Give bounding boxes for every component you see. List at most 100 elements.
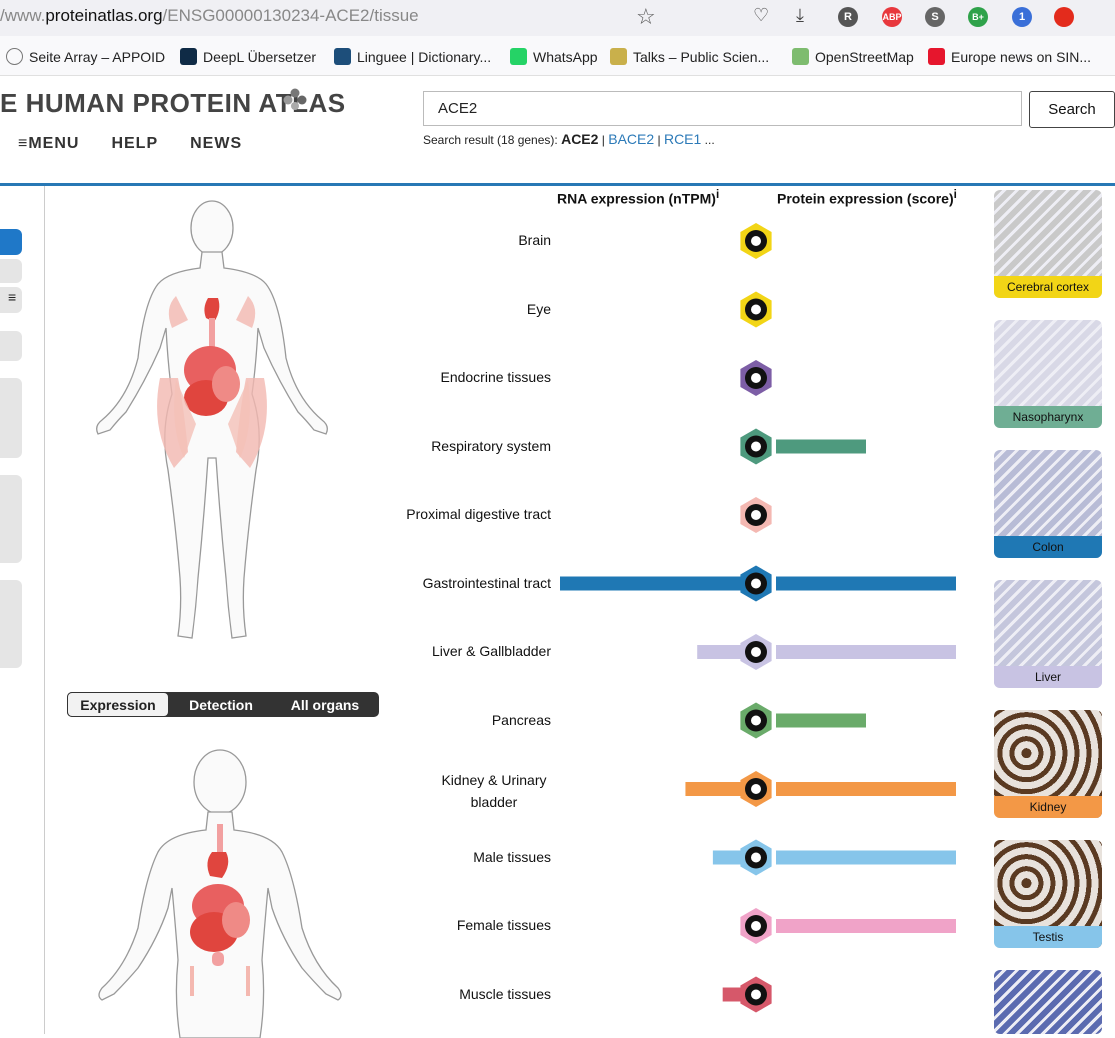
extension-icon[interactable]: R <box>838 7 858 27</box>
protein-bar[interactable] <box>776 919 956 933</box>
result-current-gene: ACE2 <box>561 131 599 147</box>
bookmark-label: OpenStreetMap <box>815 48 914 65</box>
search-button[interactable]: Search <box>1029 91 1115 128</box>
protein-bar[interactable] <box>776 713 866 728</box>
side-tab[interactable] <box>0 331 22 361</box>
bookmark-item[interactable]: Seite Array – APPOID <box>6 48 165 65</box>
tissue-label[interactable]: Muscle tissues <box>459 986 551 1002</box>
bookmark-item[interactable]: DeepL Übersetzer <box>180 48 316 65</box>
search-input[interactable]: ACE2 <box>423 91 1022 126</box>
bookmark-label: Seite Array – APPOID <box>29 48 166 65</box>
protein-bar[interactable] <box>776 782 956 796</box>
view-toggle: Expression Detection All organs <box>67 692 379 717</box>
extension-icon[interactable]: ABP <box>882 7 902 27</box>
thumbnail-caption: Colon <box>994 536 1102 558</box>
tissue-label[interactable]: Eye <box>527 301 551 317</box>
protein-bar[interactable] <box>776 439 866 454</box>
tissue-thumbnail[interactable]: Cerebral cortex <box>994 190 1102 298</box>
download-icon[interactable]: ⤓ <box>796 5 804 26</box>
pocket-icon[interactable]: ♡ <box>753 5 769 26</box>
organ-icon-detail <box>751 373 761 383</box>
bookmark-star-icon[interactable]: ☆ <box>636 4 656 30</box>
tissue-label[interactable]: Brain <box>518 232 551 248</box>
thumbnail-caption: Cerebral cortex <box>994 276 1102 298</box>
bookmark-favicon-icon <box>792 48 809 65</box>
organ-icon-detail <box>751 921 761 931</box>
result-link-rce1[interactable]: RCE1 <box>664 131 701 147</box>
tissue-label[interactable]: Female tissues <box>457 917 551 933</box>
side-tab[interactable] <box>0 475 22 563</box>
tissue-thumbnail[interactable]: Liver <box>994 580 1102 688</box>
protein-bar[interactable] <box>776 645 956 659</box>
side-tab[interactable] <box>0 580 22 668</box>
tissue-thumbnail[interactable]: Nasopharynx <box>994 320 1102 428</box>
help-link[interactable]: HELP <box>111 135 158 153</box>
tissue-thumbnail[interactable]: Kidney <box>994 710 1102 818</box>
thumbnail-caption: Nasopharynx <box>994 406 1102 428</box>
tissue-thumbnail[interactable] <box>994 970 1102 1034</box>
expression-chart: RNA expression (nTPM)i Protein expressio… <box>380 186 990 1034</box>
side-tab[interactable] <box>0 259 22 283</box>
tissue-thumbnail[interactable]: Testis <box>994 840 1102 948</box>
organ-icon-detail <box>751 578 761 589</box>
organ-icon-detail <box>751 510 761 520</box>
sidebar-divider <box>44 186 45 1034</box>
tissue-thumbnail[interactable]: Colon <box>994 450 1102 558</box>
bookmarks-bar: Seite Array – APPOID DeepL Übersetzer Ling… <box>0 36 1115 76</box>
menu-label: MENU <box>28 135 80 152</box>
logo-hexagon-icon <box>283 88 307 110</box>
tissue-label[interactable]: Pancreas <box>492 712 551 728</box>
tissue-label[interactable]: Male tissues <box>473 849 551 865</box>
bookmark-favicon-icon <box>928 48 945 65</box>
tissue-label[interactable]: Liver & Gallbladder <box>432 643 551 659</box>
side-tab-active[interactable] <box>0 229 22 255</box>
rna-bar[interactable] <box>560 576 756 591</box>
bookmark-item[interactable]: Talks – Public Scien... <box>610 48 769 65</box>
organ-icon-detail <box>751 304 761 315</box>
toggle-expression[interactable]: Expression <box>67 692 169 717</box>
bookmark-favicon-icon <box>180 48 197 65</box>
thumbnail-caption: Kidney <box>994 796 1102 818</box>
extension-icon[interactable]: 1 <box>1012 7 1032 27</box>
extension-icon[interactable] <box>1054 7 1074 27</box>
bookmark-item[interactable]: WhatsApp <box>510 48 598 65</box>
url-text[interactable]: /www.proteinatlas.org/ENSG00000130234-AC… <box>0 6 419 26</box>
result-suffix: ... <box>701 133 715 147</box>
toggle-all-organs[interactable]: All organs <box>273 692 377 717</box>
thumbnail-caption: Testis <box>994 926 1102 948</box>
result-link-bace2[interactable]: BACE2 <box>608 131 654 147</box>
tissue-label[interactable]: Kidney & Urinary bladder <box>434 769 554 813</box>
bookmark-label: DeepL Übersetzer <box>203 48 317 65</box>
side-tab-list[interactable]: ≡ <box>0 287 22 313</box>
bookmark-label: Linguee | Dictionary... <box>357 48 492 65</box>
news-link[interactable]: NEWS <box>190 135 242 153</box>
list-icon: ≡ <box>8 289 17 305</box>
search-result-summary: Search result (18 genes): ACE2 | BACE2 |… <box>423 131 715 147</box>
result-prefix: Search result (18 genes): <box>423 133 562 147</box>
menu-button[interactable]: ≡MENU <box>18 135 79 153</box>
organ-icon-detail <box>751 441 761 452</box>
bookmark-label: WhatsApp <box>533 48 598 65</box>
organ-icon-detail <box>751 647 761 657</box>
bookmark-item[interactable]: Linguee | Dictionary... <box>334 48 491 65</box>
female-body-figure[interactable] <box>88 198 348 648</box>
side-tab[interactable] <box>0 378 22 458</box>
protein-bar[interactable] <box>776 576 956 591</box>
url-domain: proteinatlas.org <box>45 6 163 25</box>
organ-icon-detail <box>751 784 761 794</box>
tissue-label[interactable]: Gastrointestinal tract <box>423 575 551 591</box>
male-body-figure[interactable] <box>96 748 356 1038</box>
browser-url-bar[interactable]: /www.proteinatlas.org/ENSG00000130234-AC… <box>0 0 1115 36</box>
toggle-detection[interactable]: Detection <box>169 692 273 717</box>
tissue-label[interactable]: Respiratory system <box>431 438 551 454</box>
tissue-label[interactable]: Proximal digestive tract <box>406 506 551 522</box>
tissue-label[interactable]: Endocrine tissues <box>440 369 551 385</box>
bookmark-item[interactable]: OpenStreetMap <box>792 48 914 65</box>
extension-icon[interactable]: B+ <box>968 7 988 27</box>
bookmark-favicon-icon <box>6 48 23 65</box>
extension-icon[interactable]: S <box>925 7 945 27</box>
bookmark-item[interactable]: Europe news on SIN... <box>928 48 1091 65</box>
url-path: /ENSG00000130234-ACE2/tissue <box>162 6 419 25</box>
protein-bar[interactable] <box>776 850 956 865</box>
thumbnail-caption: Liver <box>994 666 1102 688</box>
